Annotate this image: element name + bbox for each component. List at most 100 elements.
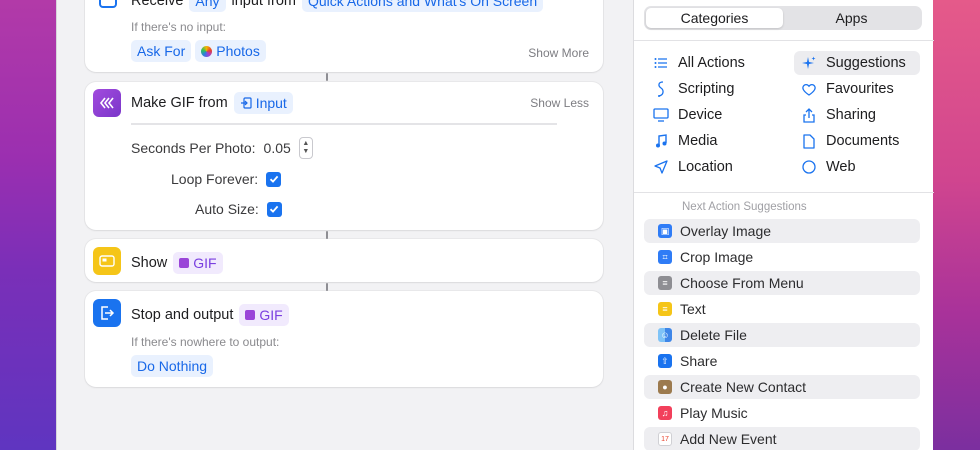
checkmark-icon <box>270 205 279 213</box>
receive-source-token[interactable]: Quick Actions and What's On Screen <box>302 0 544 12</box>
category-device[interactable]: Device <box>646 103 786 127</box>
seconds-per-photo-value[interactable]: 0.05 <box>264 140 291 156</box>
seconds-per-photo-field[interactable]: 0.05 ▲ ▼ <box>264 137 313 159</box>
make-gif-icon <box>93 89 121 117</box>
gif-variable-icon <box>245 310 256 320</box>
suggestion-delete-file[interactable]: ☺ Delete File <box>644 323 920 347</box>
auto-size-checkbox[interactable] <box>266 201 282 217</box>
suggestions-header: Next Action Suggestions <box>682 201 807 213</box>
calendar-icon: 17 <box>658 432 672 446</box>
category-label: Suggestions <box>826 55 906 71</box>
category-label: Device <box>678 107 723 123</box>
device-icon <box>652 106 670 124</box>
make-gif-title: Make GIF from <box>131 95 228 111</box>
seconds-per-photo-label: Seconds Per Photo: <box>131 140 256 156</box>
stop-output-title-row: Stop and output GIF <box>131 304 289 326</box>
input-token[interactable]: Input <box>233 92 293 114</box>
auto-size-label: Auto Size: <box>195 201 259 217</box>
do-nothing-token[interactable]: Do Nothing <box>131 355 214 377</box>
photos-label: Photos <box>216 43 260 59</box>
show-icon <box>93 247 121 275</box>
show-action-card[interactable]: Show GIF <box>85 239 603 282</box>
category-media[interactable]: Media <box>646 129 786 153</box>
suggestion-crop-image[interactable]: ⌗ Crop Image <box>644 245 920 269</box>
input-token-label: Input <box>255 95 287 111</box>
seconds-stepper[interactable]: ▲ ▼ <box>298 137 313 159</box>
suggestion-choose-from-menu[interactable]: ≡ Choose From Menu <box>644 271 920 295</box>
desktop-wallpaper <box>930 0 980 450</box>
gif-token[interactable]: GIF <box>173 252 223 274</box>
auto-size-row: Auto Size: <box>195 201 282 217</box>
share-icon <box>800 106 818 124</box>
suggestion-label: Text <box>680 301 706 317</box>
loop-forever-checkbox[interactable] <box>266 171 282 187</box>
category-sharing[interactable]: Sharing <box>794 103 920 127</box>
category-documents[interactable]: Documents <box>794 129 920 153</box>
suggestion-label: Choose From Menu <box>680 275 804 291</box>
stepper-up-icon[interactable]: ▲ <box>302 140 309 148</box>
suggestion-add-new-event[interactable]: 17 Add New Event <box>644 427 920 450</box>
category-label: Sharing <box>826 107 876 123</box>
shortcuts-window: Receive Any input from Quick Actions and… <box>56 0 934 450</box>
receive-input-token[interactable]: Any <box>189 0 226 12</box>
music-note-icon <box>652 132 670 150</box>
gif-token[interactable]: GIF <box>239 304 289 326</box>
suggestion-label: Delete File <box>680 327 747 343</box>
photos-token[interactable]: Photos <box>195 40 266 62</box>
suggestion-overlay-image[interactable]: ▣ Overlay Image <box>644 219 920 243</box>
receive-title-row: Receive Any input from Quick Actions and… <box>131 0 544 12</box>
contacts-icon: ● <box>658 380 672 394</box>
suggestion-share[interactable]: ⇧ Share <box>644 349 920 373</box>
list-icon <box>652 54 670 72</box>
suggestion-label: Add New Event <box>680 431 777 447</box>
nowhere-to-output-label: If there's nowhere to output: <box>131 335 280 349</box>
suggestion-text[interactable]: ≡ Text <box>644 297 920 321</box>
category-all-actions[interactable]: All Actions <box>646 51 786 75</box>
categories-apps-segmented-control[interactable]: Categories Apps <box>644 6 922 30</box>
category-favourites[interactable]: Favourites <box>794 77 920 101</box>
make-gif-action-card[interactable]: Make GIF from Input Show Less Seconds Pe… <box>85 82 603 230</box>
category-suggestions[interactable]: Suggestions <box>794 51 920 75</box>
tab-categories[interactable]: Categories <box>646 8 783 28</box>
stepper-down-icon[interactable]: ▼ <box>302 148 309 156</box>
receive-action-card[interactable]: Receive Any input from Quick Actions and… <box>85 0 603 72</box>
no-input-label: If there's no input: <box>131 20 227 34</box>
show-title: Show <box>131 255 168 271</box>
panel-divider <box>634 40 934 41</box>
show-more-toggle[interactable]: Show More <box>528 46 589 60</box>
show-less-toggle[interactable]: Show Less <box>530 96 589 110</box>
panel-divider <box>634 192 934 193</box>
shortcut-editor: Receive Any input from Quick Actions and… <box>57 0 633 450</box>
share-icon: ⇧ <box>658 354 672 368</box>
gif-token-label: GIF <box>259 307 283 323</box>
menu-icon: ≡ <box>658 276 672 290</box>
category-scripting[interactable]: Scripting <box>646 77 786 101</box>
location-arrow-icon <box>652 158 670 176</box>
loop-forever-label: Loop Forever: <box>171 171 259 187</box>
loop-forever-row: Loop Forever: <box>171 171 282 187</box>
overlay-image-icon: ▣ <box>658 224 672 238</box>
category-label: Favourites <box>826 81 894 97</box>
make-gif-title-row: Make GIF from Input <box>131 92 293 114</box>
category-web[interactable]: Web <box>794 155 920 179</box>
show-title-row: Show GIF <box>131 252 223 274</box>
stop-output-title: Stop and output <box>131 307 234 323</box>
nowhere-option: Do Nothing <box>131 355 214 377</box>
input-arrow-icon <box>240 97 252 109</box>
ask-for-token[interactable]: Ask For <box>131 40 192 62</box>
stop-output-action-card[interactable]: Stop and output GIF If there's nowhere t… <box>85 291 603 387</box>
gif-token-label: GIF <box>193 255 217 271</box>
suggestion-label: Create New Contact <box>680 379 807 395</box>
suggestion-play-music[interactable]: ♫ Play Music <box>644 401 920 425</box>
category-label: Scripting <box>678 81 735 97</box>
checkmark-icon <box>269 175 278 183</box>
category-location[interactable]: Location <box>646 155 786 179</box>
connector-line <box>326 231 328 239</box>
tab-apps[interactable]: Apps <box>783 8 920 28</box>
category-label: Media <box>678 133 718 149</box>
suggestion-create-new-contact[interactable]: ● Create New Contact <box>644 375 920 399</box>
suggestion-label: Play Music <box>680 405 748 421</box>
connector-line <box>326 73 328 81</box>
finder-icon: ☺ <box>658 328 672 342</box>
music-icon: ♫ <box>658 406 672 420</box>
